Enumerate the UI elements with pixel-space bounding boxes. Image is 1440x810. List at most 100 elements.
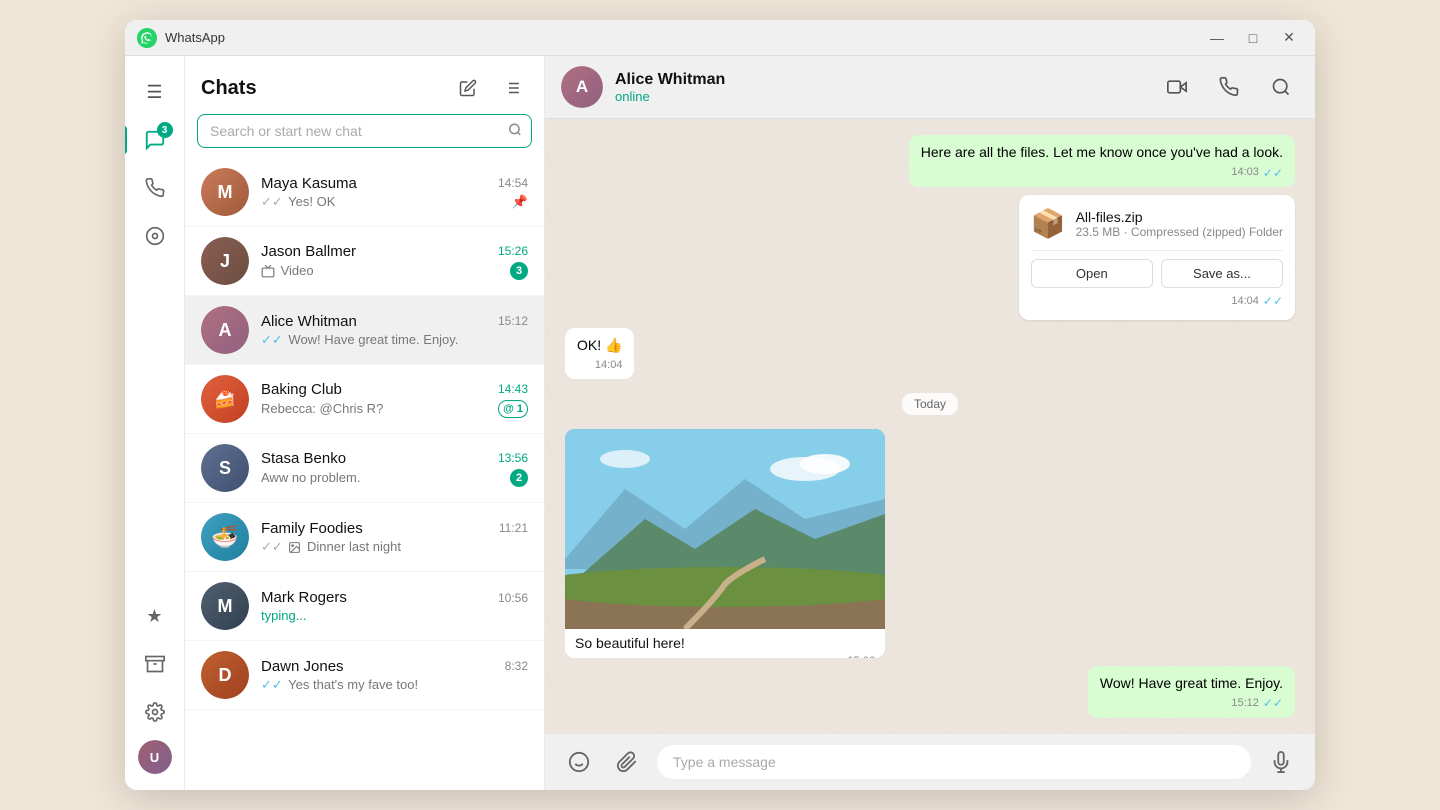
message-time: 14:04 xyxy=(1231,295,1259,307)
chat-item[interactable]: M Mark Rogers 10:56 typing... xyxy=(185,572,544,641)
chat-time: 8:32 xyxy=(505,659,528,673)
open-file-button[interactable]: Open xyxy=(1031,259,1153,288)
avatar: 🍰 xyxy=(201,375,249,423)
file-name: All-files.zip xyxy=(1076,209,1283,225)
new-chat-button[interactable] xyxy=(452,72,484,104)
chat-messages: Here are all the files. Let me know once… xyxy=(545,119,1315,734)
chat-item[interactable]: D Dawn Jones 8:32 ✓✓ Yes that's my fave … xyxy=(185,641,544,710)
chat-preview: ✓✓ Yes! OK xyxy=(261,194,335,210)
rail-bottom: ★ U xyxy=(135,596,175,774)
message-time: 15:06 xyxy=(847,655,875,657)
chat-preview: Aww no problem. xyxy=(261,470,360,485)
video-call-button[interactable] xyxy=(1159,69,1195,105)
maximize-button[interactable]: □ xyxy=(1239,26,1267,50)
chat-header: A Alice Whitman online xyxy=(545,56,1315,119)
chat-info: Jason Ballmer 15:26 Video 3 xyxy=(261,243,528,280)
chats-rail-icon[interactable]: 3 xyxy=(135,120,175,160)
voice-call-button[interactable] xyxy=(1211,69,1247,105)
chat-main: A Alice Whitman online xyxy=(545,56,1315,790)
chat-header-info: Alice Whitman online xyxy=(615,71,1147,104)
chat-item[interactable]: 🍰 Baking Club 14:43 Rebecca: @Chris R? @… xyxy=(185,365,544,434)
chat-time: 10:56 xyxy=(498,591,528,605)
chat-item[interactable]: M Maya Kasuma 14:54 ✓✓ Yes! OK 📌 xyxy=(185,158,544,227)
chat-name: Maya Kasuma xyxy=(261,175,357,192)
unread-badge: 3 xyxy=(510,262,528,280)
chat-info: Family Foodies 11:21 ✓✓ Dinner last nigh… xyxy=(261,520,528,555)
avatar: J xyxy=(201,237,249,285)
chat-info: Alice Whitman 15:12 ✓✓ Wow! Have great t… xyxy=(261,313,528,348)
chat-list-title: Chats xyxy=(201,77,257,100)
message-time: 15:12 xyxy=(1231,696,1259,711)
chat-info: Baking Club 14:43 Rebecca: @Chris R? @ 1 xyxy=(261,381,528,418)
chat-contact-status: online xyxy=(615,89,1147,104)
minimize-button[interactable]: — xyxy=(1203,26,1231,50)
message-text: Wow! Have great time. Enjoy. xyxy=(1100,675,1283,691)
attach-button[interactable] xyxy=(609,744,645,780)
filter-button[interactable] xyxy=(496,72,528,104)
chat-time: 14:54 xyxy=(498,176,528,190)
chat-name: Jason Ballmer xyxy=(261,243,356,260)
file-type-icon: 📦 xyxy=(1031,207,1066,240)
chat-time: 15:12 xyxy=(498,314,528,328)
search-icon xyxy=(508,123,522,140)
message-bubble-sent: Wow! Have great time. Enjoy. 15:12 ✓✓ xyxy=(1088,666,1295,718)
image-caption: So beautiful here! xyxy=(575,635,685,651)
search-chat-button[interactable] xyxy=(1263,69,1299,105)
avatar: M xyxy=(201,168,249,216)
chat-item[interactable]: J Jason Ballmer 15:26 Video xyxy=(185,227,544,296)
chat-item[interactable]: 🍜 Family Foodies 11:21 ✓✓ xyxy=(185,503,544,572)
window-controls: — □ ✕ xyxy=(1203,26,1303,50)
avatar: A xyxy=(201,306,249,354)
avatar: M xyxy=(201,582,249,630)
search-input[interactable] xyxy=(197,114,532,148)
message-image xyxy=(565,429,885,629)
chat-item[interactable]: A Alice Whitman 15:12 ✓✓ Wow! Have great… xyxy=(185,296,544,365)
chat-contact-name: Alice Whitman xyxy=(615,71,1147,89)
settings-rail-icon[interactable] xyxy=(135,692,175,732)
unread-badge: 2 xyxy=(510,469,528,487)
chat-name: Dawn Jones xyxy=(261,658,344,675)
app-title: WhatsApp xyxy=(165,30,1203,45)
starred-rail-icon[interactable]: ★ xyxy=(135,596,175,636)
menu-rail-icon[interactable]: ☰ xyxy=(135,72,175,112)
avatar: S xyxy=(201,444,249,492)
message-bubble-received: OK! 👍 14:04 xyxy=(565,328,634,379)
status-rail-icon[interactable] xyxy=(135,216,175,256)
emoji-button[interactable] xyxy=(561,744,597,780)
date-label: Today xyxy=(902,393,958,415)
message-time: 14:03 xyxy=(1231,165,1259,180)
chats-badge: 3 xyxy=(157,122,173,138)
chat-header-icons xyxy=(452,72,528,104)
user-avatar-rail[interactable]: U xyxy=(138,740,172,774)
chat-time: 11:21 xyxy=(499,521,528,535)
chat-list-header: Chats xyxy=(185,56,544,114)
chat-name: Baking Club xyxy=(261,381,342,398)
app-body: ☰ 3 ★ xyxy=(125,56,1315,790)
chat-name: Family Foodies xyxy=(261,520,363,537)
chat-item[interactable]: S Stasa Benko 13:56 Aww no problem. 2 xyxy=(185,434,544,503)
image-caption-area: So beautiful here! 15:06 xyxy=(565,629,885,657)
file-message-bubble: 📦 All-files.zip 23.5 MB · Compressed (zi… xyxy=(1019,195,1295,320)
calls-rail-icon[interactable] xyxy=(135,168,175,208)
chat-info: Mark Rogers 10:56 typing... xyxy=(261,589,528,623)
chat-preview: Video xyxy=(261,263,314,279)
chat-info: Stasa Benko 13:56 Aww no problem. 2 xyxy=(261,450,528,487)
archived-rail-icon[interactable] xyxy=(135,644,175,684)
message-bubble-sent: Here are all the files. Let me know once… xyxy=(909,135,1295,187)
icon-rail: ☰ 3 ★ xyxy=(125,56,185,790)
chat-name: Alice Whitman xyxy=(261,313,357,330)
image-message-bubble: So beautiful here! 15:06 ❤️ xyxy=(565,429,885,657)
chat-name: Stasa Benko xyxy=(261,450,346,467)
message-input[interactable] xyxy=(657,745,1251,779)
file-meta: 23.5 MB · Compressed (zipped) Folder xyxy=(1076,225,1283,239)
chat-time: 14:43 xyxy=(498,382,528,396)
title-bar: WhatsApp — □ ✕ xyxy=(125,20,1315,56)
chat-header-avatar[interactable]: A xyxy=(561,66,603,108)
mic-button[interactable] xyxy=(1263,744,1299,780)
chat-info: Dawn Jones 8:32 ✓✓ Yes that's my fave to… xyxy=(261,658,528,693)
save-file-button[interactable]: Save as... xyxy=(1161,259,1283,288)
chat-info: Maya Kasuma 14:54 ✓✓ Yes! OK 📌 xyxy=(261,175,528,210)
chat-name: Mark Rogers xyxy=(261,589,347,606)
file-actions: Open Save as... xyxy=(1031,250,1283,288)
close-button[interactable]: ✕ xyxy=(1275,26,1303,50)
